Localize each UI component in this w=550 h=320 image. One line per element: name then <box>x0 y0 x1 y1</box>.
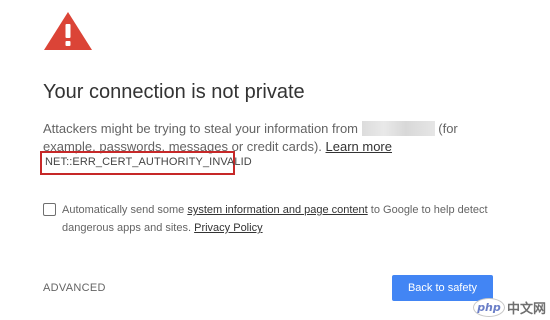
learn-more-link[interactable]: Learn more <box>326 139 392 154</box>
watermark: php 中文网 <box>472 297 546 317</box>
watermark-text: 中文网 <box>506 301 546 317</box>
redacted-hostname <box>361 121 435 136</box>
send-report-checkbox[interactable] <box>43 203 56 216</box>
system-info-link[interactable]: system information and page content <box>187 204 367 216</box>
error-code[interactable]: NET::ERR_CERT_AUTHORITY_INVALID <box>45 155 252 169</box>
page-title: Your connection is not private <box>43 81 305 103</box>
watermark-logo: php <box>472 297 505 317</box>
send-report-label: Automatically send some system informati… <box>62 201 502 237</box>
report-text-start: Automatically send some <box>62 204 185 216</box>
warning-icon <box>43 11 93 51</box>
privacy-policy-link[interactable]: Privacy Policy <box>194 222 262 234</box>
advanced-button[interactable]: ADVANCED <box>43 282 106 294</box>
explanation-text-start: Attackers might be trying to steal your … <box>43 121 359 136</box>
